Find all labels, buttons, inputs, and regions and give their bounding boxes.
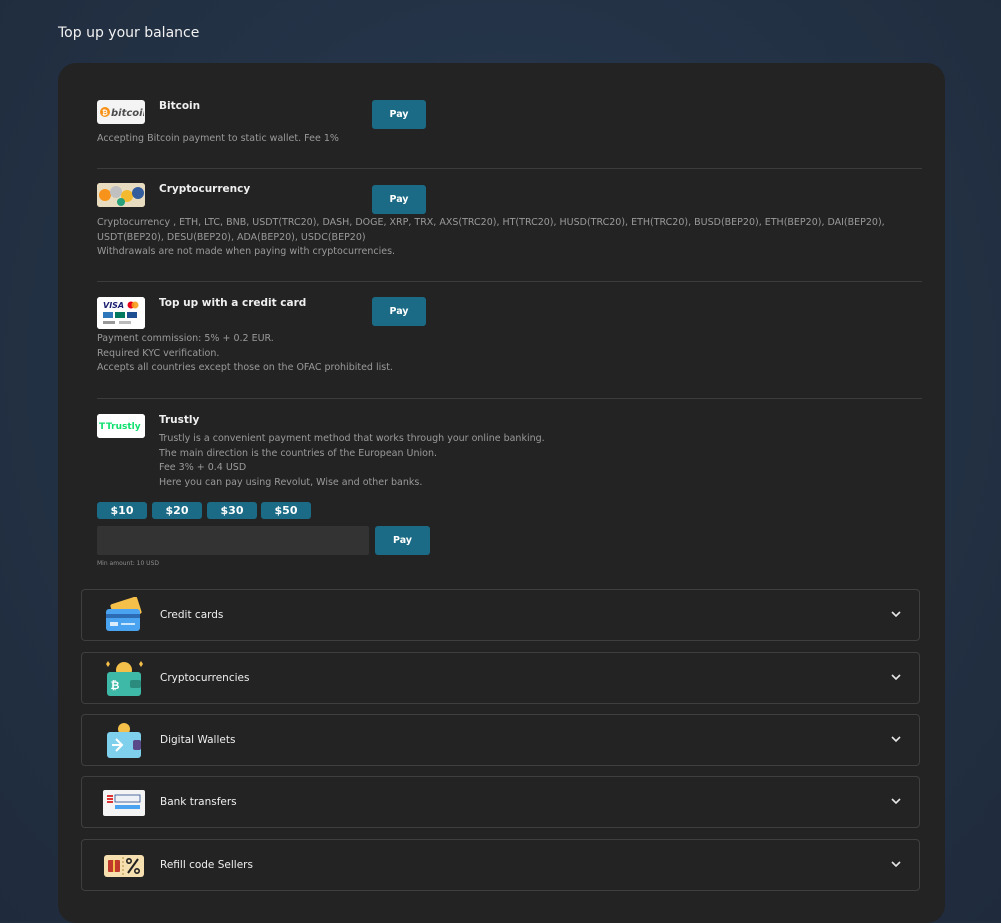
svg-text:VISA: VISA: [103, 301, 124, 310]
chevron-down-icon: [891, 611, 901, 618]
coupon-icon: [102, 847, 146, 885]
svg-text:T: T: [99, 422, 106, 432]
svg-text:bitcoin: bitcoin: [111, 108, 144, 119]
pay-button[interactable]: Pay: [372, 185, 426, 214]
amount-button-30[interactable]: $30: [207, 502, 257, 519]
amount-button-50[interactable]: $50: [261, 502, 311, 519]
divider: [97, 398, 922, 399]
accordion-bank-transfers[interactable]: Bank transfers: [81, 776, 920, 828]
svg-text:Trustly: Trustly: [106, 422, 141, 432]
amount-button-20[interactable]: $20: [152, 502, 202, 519]
method-name: Top up with a credit card: [159, 297, 307, 309]
amount-input[interactable]: [97, 526, 369, 555]
method-description: Accepting Bitcoin payment to static wall…: [97, 133, 339, 144]
method-name: Cryptocurrency: [159, 183, 251, 195]
page-title: Top up your balance: [58, 25, 200, 41]
accordion-label: Cryptocurrencies: [160, 672, 250, 684]
method-name: Trustly: [159, 414, 200, 426]
accordion-refill-code-sellers[interactable]: Refill code Sellers: [81, 839, 920, 891]
payment-methods-panel: ₿ bitcoin Bitcoin Pay Accepting Bitcoin …: [58, 63, 945, 923]
method-description: Trustly is a convenient payment method t…: [159, 433, 545, 488]
accordion-label: Digital Wallets: [160, 734, 236, 746]
svg-text:₿: ₿: [111, 679, 120, 692]
chevron-down-icon: [891, 861, 901, 868]
method-bitcoin: ₿ bitcoin Bitcoin Pay Accepting Bitcoin …: [97, 100, 922, 150]
min-amount-hint: Min amount: 10 USD: [97, 560, 159, 567]
svg-text:₿: ₿: [102, 109, 108, 117]
method-name: Bitcoin: [159, 100, 201, 112]
visa-mastercard-logo: VISA: [97, 297, 145, 329]
crypto-wallet-icon: ₿: [102, 660, 146, 698]
method-description: Cryptocurrency , ETH, LTC, BNB, USDT(TRC…: [97, 217, 885, 257]
method-description: Payment commission: 5% + 0.2 EUR. Requir…: [97, 333, 393, 373]
chevron-down-icon: [891, 674, 901, 681]
chevron-down-icon: [891, 736, 901, 743]
pay-button[interactable]: Pay: [375, 526, 430, 555]
bitcoin-logo: ₿ bitcoin: [97, 100, 145, 124]
amount-presets: $10 $20 $30 $50: [97, 502, 427, 519]
accordion-label: Bank transfers: [160, 796, 237, 808]
pay-button[interactable]: Pay: [372, 100, 426, 129]
trustly-logo: T Trustly: [97, 414, 145, 438]
accordion-cryptocurrencies[interactable]: ₿ Cryptocurrencies: [81, 652, 920, 704]
method-cryptocurrency: Cryptocurrency Pay Cryptocurrency , ETH,…: [97, 183, 922, 263]
amount-button-10[interactable]: $10: [97, 502, 147, 519]
accordion-label: Credit cards: [160, 609, 224, 621]
divider: [97, 281, 922, 282]
accordion-label: Refill code Sellers: [160, 859, 253, 871]
crypto-coins-logo: [97, 183, 145, 207]
method-credit-card: VISA Top up with a credit card Pay Payme…: [97, 297, 922, 377]
bank-transfer-icon: [102, 784, 146, 822]
accordion-credit-cards[interactable]: Credit cards: [81, 589, 920, 641]
pay-button[interactable]: Pay: [372, 297, 426, 326]
accordion-digital-wallets[interactable]: Digital Wallets: [81, 714, 920, 766]
chevron-down-icon: [891, 798, 901, 805]
divider: [97, 168, 922, 169]
credit-cards-icon: [102, 597, 146, 635]
digital-wallet-icon: [102, 722, 146, 760]
method-trustly: T Trustly Trustly Trustly is a convenien…: [97, 414, 922, 574]
